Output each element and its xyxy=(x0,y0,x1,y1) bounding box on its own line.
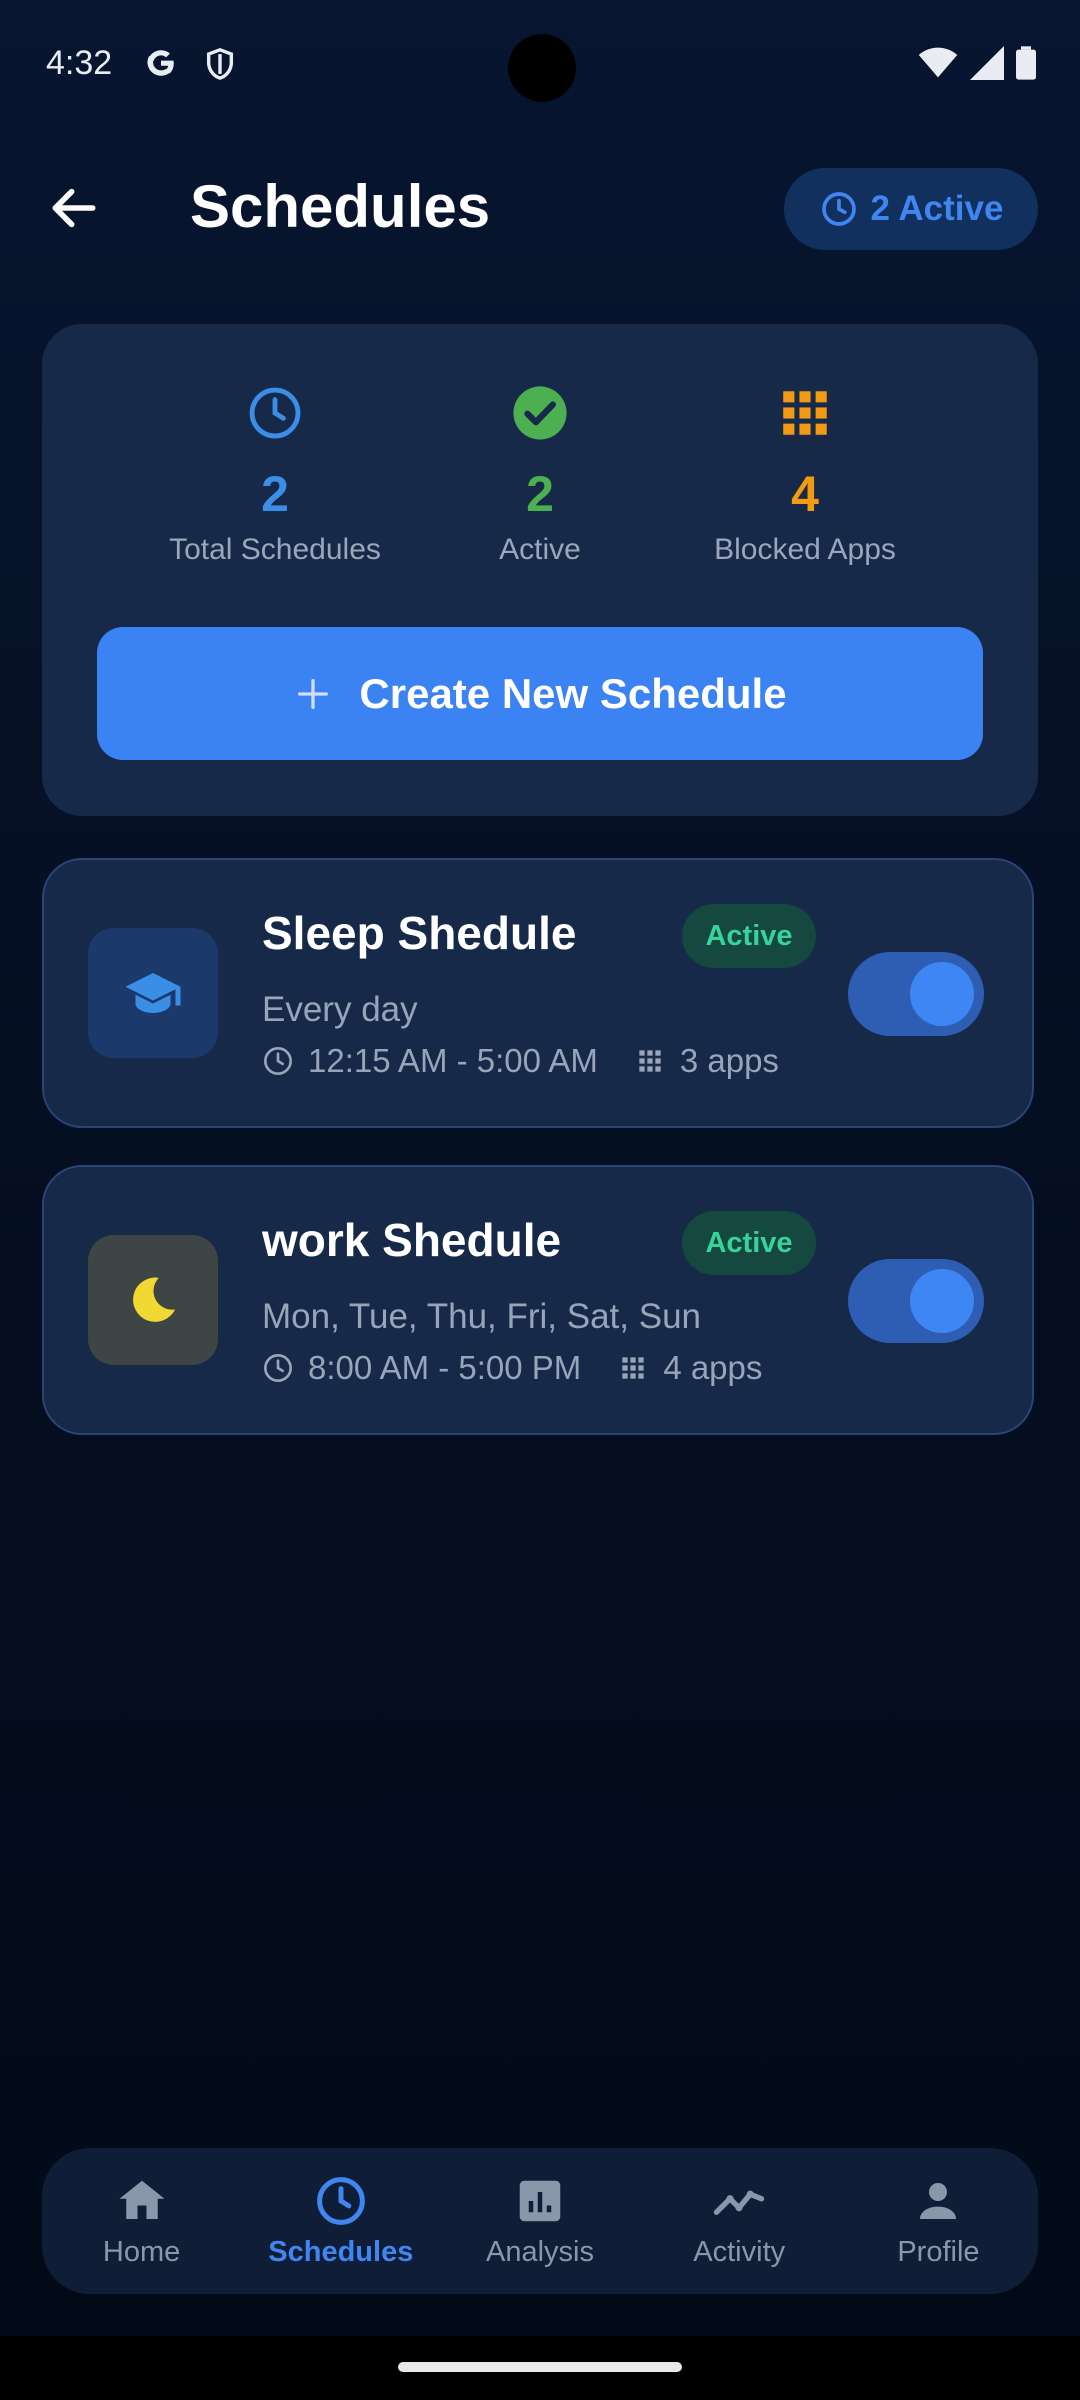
stat-blocked-value: 4 xyxy=(791,466,819,522)
stat-active: 2 Active xyxy=(390,384,690,567)
nav-item-schedules[interactable]: Schedules xyxy=(241,2148,440,2294)
schedule-time: 8:00 AM - 5:00 PM xyxy=(308,1349,582,1386)
nav-item-analysis[interactable]: Analysis xyxy=(440,2148,639,2294)
stat-total-label: Total Schedules xyxy=(169,533,381,566)
page-title: Schedules xyxy=(190,173,491,240)
schedule-name: Sleep Shedule xyxy=(262,907,577,959)
person-icon xyxy=(920,2182,957,2219)
summary-card: 2 Total Schedules 2 Active 4 Blocked App… xyxy=(42,324,1038,816)
schedule-days: Every day xyxy=(262,990,418,1029)
active-count-badge[interactable]: 2 Active xyxy=(784,168,1038,250)
schedule-app-count: 3 apps xyxy=(679,1042,779,1079)
toggle-knob xyxy=(910,962,974,1026)
nav-item-profile[interactable]: Profile xyxy=(839,2148,1038,2294)
schedule-meta: 12:15 AM - 5:00 AM 3 apps xyxy=(262,1042,779,1080)
active-badge-label: 2 Active xyxy=(870,189,1004,228)
nav-label: Analysis xyxy=(486,2235,594,2268)
nav-label: Home xyxy=(102,2235,181,2268)
check-circle-icon xyxy=(513,386,567,440)
google-icon xyxy=(147,50,174,76)
home-icon xyxy=(119,2180,165,2219)
nav-label: Activity xyxy=(693,2235,786,2268)
schedule-days: Mon, Tue, Thu, Fri, Sat, Sun xyxy=(262,1297,702,1336)
schedule-toggle[interactable] xyxy=(848,1259,984,1343)
clock-icon xyxy=(316,2176,365,2225)
schedule-icon-box xyxy=(88,1235,218,1365)
clock-icon xyxy=(264,1354,292,1382)
trend-line-icon xyxy=(714,2190,765,2215)
battery-icon xyxy=(1016,46,1036,80)
stat-blocked-apps: 4 Blocked Apps xyxy=(655,384,955,567)
back-arrow-icon[interactable] xyxy=(46,180,102,236)
nav-item-activity[interactable]: Activity xyxy=(640,2148,839,2294)
nav-item-home[interactable]: Home xyxy=(42,2148,241,2294)
apps-grid-icon xyxy=(783,391,827,435)
schedule-card[interactable]: work Shedule Active Mon, Tue, Thu, Fri, … xyxy=(42,1165,1034,1435)
apps-grid-icon xyxy=(639,1050,661,1072)
status-icons xyxy=(918,46,1036,80)
moon-icon xyxy=(133,1277,176,1322)
clock-icon xyxy=(821,192,856,226)
status-time: 4:32 xyxy=(46,44,113,82)
nav-label: Schedules xyxy=(268,2235,414,2268)
schedule-time: 12:15 AM - 5:00 AM xyxy=(308,1042,598,1079)
stat-total-schedules: 2 Total Schedules xyxy=(125,384,425,567)
clock-icon xyxy=(249,387,301,439)
stat-active-value: 2 xyxy=(526,466,554,522)
status-badge: Active xyxy=(682,904,816,968)
signal-icon xyxy=(970,46,1004,80)
schedule-meta: 8:00 AM - 5:00 PM 4 apps xyxy=(262,1349,762,1387)
apps-grid-icon xyxy=(622,1357,644,1379)
graduation-cap-icon xyxy=(125,973,181,1013)
stat-active-label: Active xyxy=(499,533,581,566)
camera-cutout xyxy=(508,34,576,102)
plus-icon xyxy=(298,678,329,709)
clock-icon xyxy=(264,1047,292,1075)
stat-blocked-label: Blocked Apps xyxy=(714,533,896,566)
bottom-nav: Home Schedules Analysis Activity Profile xyxy=(42,2148,1038,2294)
wifi-icon xyxy=(918,47,958,78)
schedule-name: work Shedule xyxy=(262,1214,562,1266)
home-gesture-handle[interactable] xyxy=(398,2362,682,2372)
shield-icon xyxy=(206,48,234,80)
create-schedule-label: Create New Schedule xyxy=(359,669,787,717)
create-schedule-button[interactable]: Create New Schedule xyxy=(97,627,983,760)
schedule-app-count: 4 apps xyxy=(663,1349,763,1386)
schedule-toggle[interactable] xyxy=(848,952,984,1036)
status-badge: Active xyxy=(682,1211,816,1275)
bar-chart-icon xyxy=(519,2180,561,2221)
stat-total-value: 2 xyxy=(261,466,289,522)
schedule-card[interactable]: Sleep Shedule Active Every day 12:15 AM … xyxy=(42,858,1034,1128)
nav-label: Profile xyxy=(897,2235,980,2268)
schedule-icon-box xyxy=(88,928,218,1058)
toggle-knob xyxy=(910,1269,974,1333)
